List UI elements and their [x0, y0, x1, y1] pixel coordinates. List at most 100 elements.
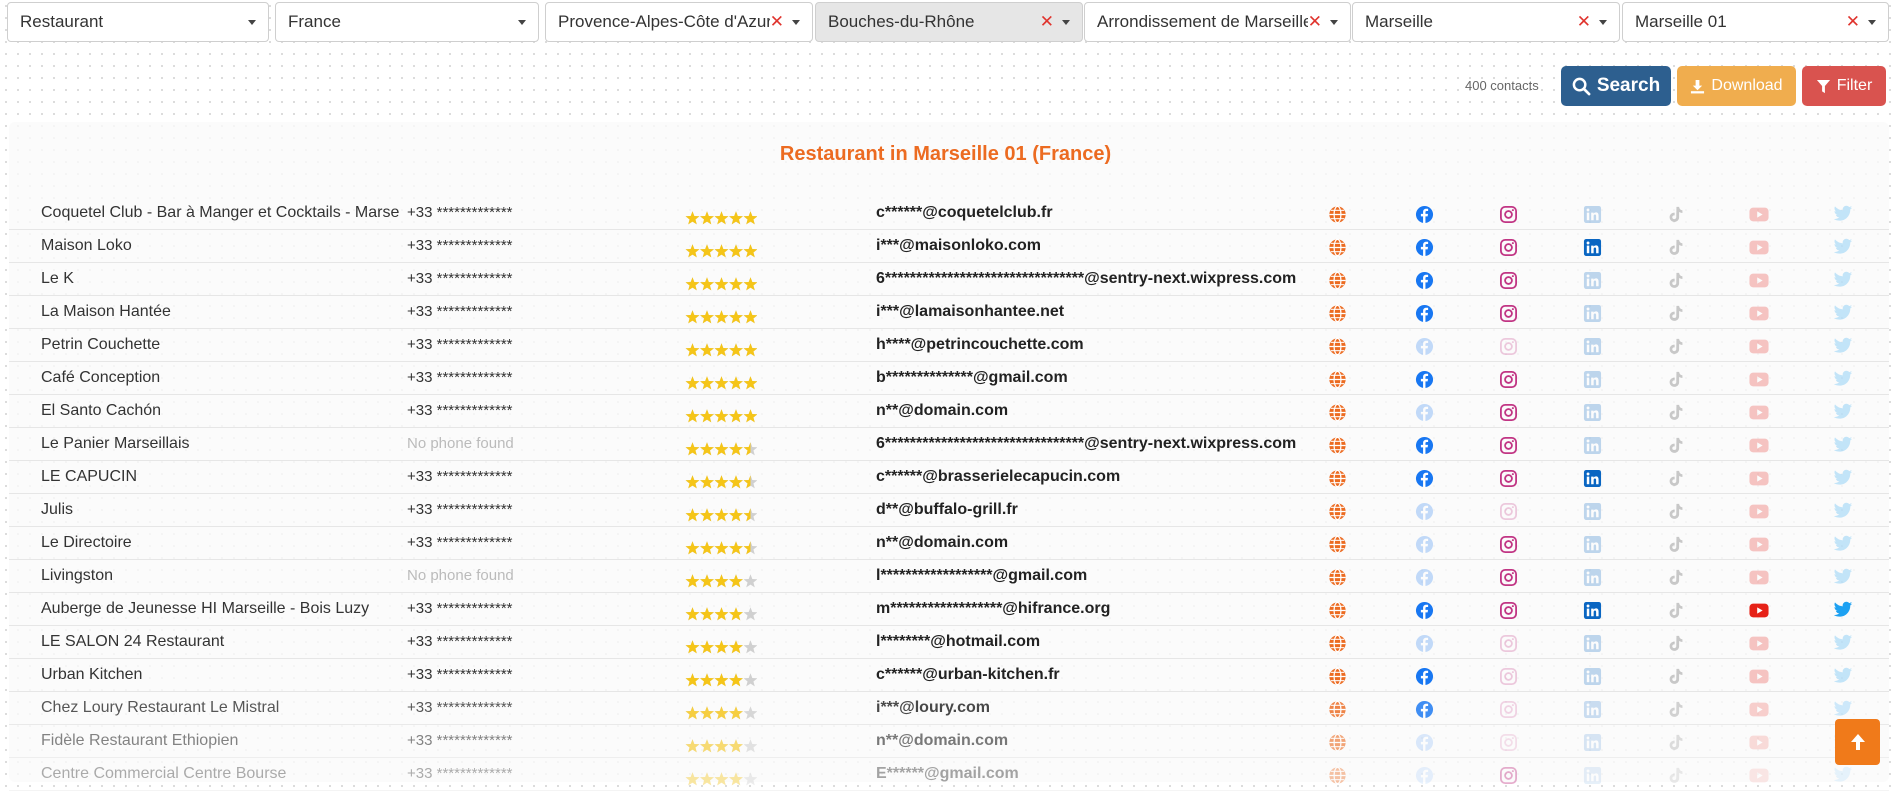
- instagram-icon[interactable]: [1498, 567, 1518, 587]
- star-rating: [685, 329, 785, 361]
- facebook-icon[interactable]: [1414, 699, 1434, 719]
- contact-count: 400 contacts: [1465, 78, 1539, 93]
- linkedin-icon: [1582, 402, 1602, 422]
- contact-phone: +33 *************: [407, 600, 513, 617]
- select-city[interactable]: Marseille ✕: [1352, 2, 1620, 42]
- clear-icon[interactable]: ✕: [1308, 12, 1322, 32]
- star-rating: [685, 230, 785, 262]
- chevron-down-icon[interactable]: [792, 19, 800, 25]
- select-department[interactable]: Bouches-du-Rhône ✕: [815, 2, 1083, 42]
- facebook-icon[interactable]: [1414, 435, 1434, 455]
- website-globe-icon[interactable]: [1327, 699, 1347, 719]
- website-globe-icon[interactable]: [1327, 468, 1347, 488]
- search-button[interactable]: Search: [1561, 66, 1671, 106]
- contact-email: i***@lamaisonhantee.net: [876, 303, 1065, 320]
- instagram-icon[interactable]: [1498, 303, 1518, 323]
- website-globe-icon[interactable]: [1327, 270, 1347, 290]
- twitter-icon: [1833, 270, 1853, 290]
- contact-phone: +33 *************: [407, 732, 513, 749]
- website-globe-icon[interactable]: [1327, 732, 1347, 752]
- website-globe-icon[interactable]: [1327, 501, 1347, 521]
- facebook-icon[interactable]: [1414, 270, 1434, 290]
- instagram-icon[interactable]: [1498, 270, 1518, 290]
- select-country[interactable]: France: [275, 2, 539, 42]
- website-globe-icon[interactable]: [1327, 369, 1347, 389]
- website-globe-icon[interactable]: [1327, 303, 1347, 323]
- facebook-icon[interactable]: [1414, 303, 1434, 323]
- star-rating: [685, 659, 785, 691]
- contact-row: Petrin Couchette +33 ************* h****@p…: [9, 329, 1889, 362]
- clear-icon[interactable]: ✕: [1577, 12, 1591, 32]
- tiktok-icon: [1665, 600, 1685, 620]
- tiktok-icon: [1665, 732, 1685, 752]
- instagram-icon[interactable]: [1498, 369, 1518, 389]
- chevron-down-icon[interactable]: [518, 19, 526, 25]
- select-arrondissement[interactable]: Arrondissement de Marseille ✕: [1084, 2, 1351, 42]
- website-globe-icon[interactable]: [1327, 567, 1347, 587]
- instagram-icon[interactable]: [1498, 765, 1518, 785]
- contact-phone: +33 *************: [407, 699, 513, 716]
- linkedin-icon[interactable]: [1582, 600, 1602, 620]
- linkedin-icon: [1582, 369, 1602, 389]
- clear-icon[interactable]: ✕: [770, 12, 784, 32]
- select-district[interactable]: Marseille 01 ✕: [1622, 2, 1889, 42]
- linkedin-icon: [1582, 699, 1602, 719]
- youtube-icon[interactable]: [1749, 600, 1769, 620]
- website-globe-icon[interactable]: [1327, 435, 1347, 455]
- contact-phone: +33 *************: [407, 468, 513, 485]
- filter-icon: [1816, 79, 1830, 93]
- contact-row: Coquetel Club - Bar à Manger et Cocktail…: [9, 197, 1889, 230]
- chevron-down-icon[interactable]: [1062, 19, 1070, 25]
- website-globe-icon[interactable]: [1327, 402, 1347, 422]
- website-globe-icon[interactable]: [1327, 765, 1347, 785]
- select-district-value: Marseille 01: [1635, 12, 1727, 31]
- chevron-down-icon[interactable]: [1868, 19, 1876, 25]
- facebook-icon: [1414, 402, 1434, 422]
- twitter-icon: [1833, 666, 1853, 686]
- filter-button[interactable]: Filter: [1802, 66, 1886, 106]
- linkedin-icon[interactable]: [1582, 468, 1602, 488]
- website-globe-icon[interactable]: [1327, 600, 1347, 620]
- chevron-down-icon[interactable]: [1599, 19, 1607, 25]
- clear-icon[interactable]: ✕: [1040, 12, 1054, 32]
- website-globe-icon[interactable]: [1327, 666, 1347, 686]
- facebook-icon[interactable]: [1414, 237, 1434, 257]
- twitter-icon: [1833, 402, 1853, 422]
- instagram-icon[interactable]: [1498, 237, 1518, 257]
- website-globe-icon[interactable]: [1327, 237, 1347, 257]
- tiktok-icon: [1665, 699, 1685, 719]
- select-region[interactable]: Provence-Alpes-Côte d'Azur ✕: [545, 2, 813, 42]
- instagram-icon[interactable]: [1498, 600, 1518, 620]
- chevron-down-icon[interactable]: [248, 19, 256, 25]
- contact-phone: +33 *************: [407, 633, 513, 650]
- facebook-icon[interactable]: [1414, 600, 1434, 620]
- contact-name: LE CAPUCIN: [41, 468, 138, 485]
- website-globe-icon[interactable]: [1327, 633, 1347, 653]
- instagram-icon[interactable]: [1498, 468, 1518, 488]
- instagram-icon[interactable]: [1498, 534, 1518, 554]
- website-globe-icon[interactable]: [1327, 534, 1347, 554]
- facebook-icon[interactable]: [1414, 666, 1434, 686]
- facebook-icon[interactable]: [1414, 369, 1434, 389]
- instagram-icon[interactable]: [1498, 435, 1518, 455]
- linkedin-icon[interactable]: [1582, 237, 1602, 257]
- contact-phone: +33 *************: [407, 237, 513, 254]
- website-globe-icon[interactable]: [1327, 204, 1347, 224]
- clear-icon[interactable]: ✕: [1846, 12, 1860, 32]
- tiktok-icon: [1665, 435, 1685, 455]
- contact-email: i***@maisonloko.com: [876, 237, 1041, 254]
- website-globe-icon[interactable]: [1327, 336, 1347, 356]
- scroll-to-top-button[interactable]: [1835, 719, 1880, 765]
- contact-email: c******@coquetelclub.fr: [876, 204, 1053, 221]
- facebook-icon[interactable]: [1414, 204, 1434, 224]
- chevron-down-icon[interactable]: [1330, 19, 1338, 25]
- facebook-icon[interactable]: [1414, 468, 1434, 488]
- instagram-icon[interactable]: [1498, 204, 1518, 224]
- contact-row: Le K +33 ************* 6******************…: [9, 263, 1889, 296]
- select-category[interactable]: Restaurant: [7, 2, 269, 42]
- instagram-icon[interactable]: [1498, 402, 1518, 422]
- twitter-icon[interactable]: [1833, 600, 1853, 620]
- download-button[interactable]: Download: [1677, 66, 1796, 106]
- contact-row: El Santo Cachón +33 ************* n**@doma…: [9, 395, 1889, 428]
- search-button-label: Search: [1596, 75, 1661, 96]
